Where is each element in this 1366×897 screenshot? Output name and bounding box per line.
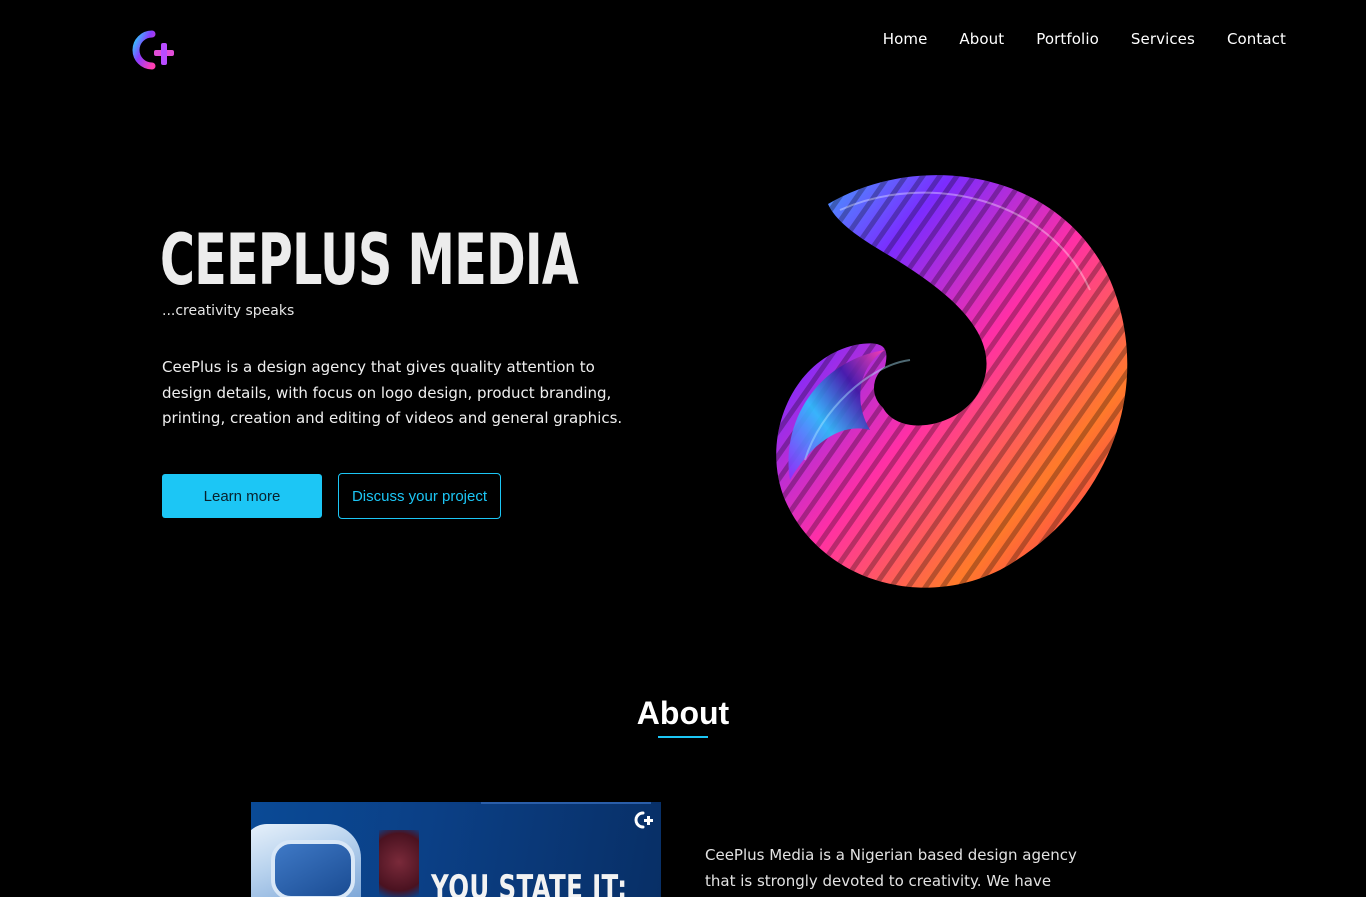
about-image: YOU STATE IT: (251, 802, 661, 897)
image-headline: YOU STATE IT: (431, 868, 628, 897)
hero-tagline: ...creativity speaks (162, 303, 295, 319)
hair-graphic (379, 830, 419, 897)
hero-description: CeePlus is a design agency that gives qu… (162, 358, 623, 427)
nav-home[interactable]: Home (883, 30, 928, 48)
nav-services[interactable]: Services (1131, 30, 1195, 48)
about-heading: About (636, 695, 730, 731)
image-logo-icon (633, 810, 655, 830)
main-nav: Home About Portfolio Services Contact (883, 30, 1286, 48)
logo-icon[interactable] (126, 28, 182, 74)
hero-swirl-graphic (760, 160, 1150, 600)
page: Home About Portfolio Services Contact CE… (0, 0, 1366, 897)
image-top-line (481, 802, 651, 804)
hero-title: CEEPLUS MEDIA (160, 219, 579, 301)
learn-more-button[interactable]: Learn more (162, 474, 322, 518)
about-heading-underline (658, 736, 708, 738)
discuss-project-button[interactable]: Discuss your project (338, 473, 501, 519)
vr-lens-graphic (271, 840, 355, 897)
nav-contact[interactable]: Contact (1227, 30, 1286, 48)
about-description: CeePlus Media is a Nigerian based design… (705, 846, 1077, 890)
nav-portfolio[interactable]: Portfolio (1036, 30, 1099, 48)
nav-about[interactable]: About (959, 30, 1004, 48)
